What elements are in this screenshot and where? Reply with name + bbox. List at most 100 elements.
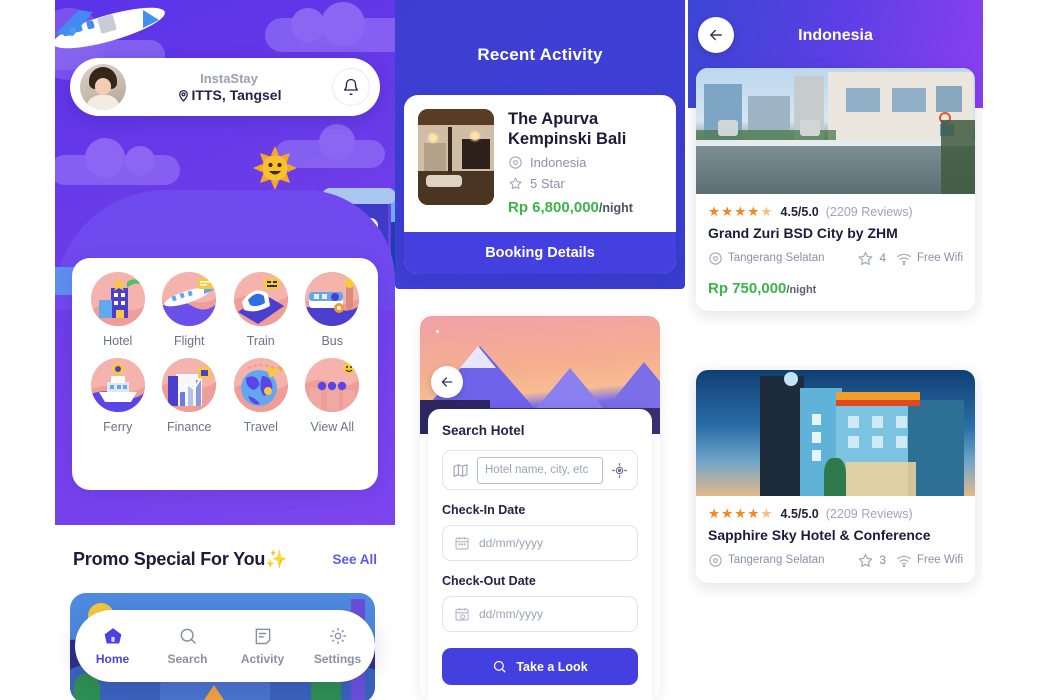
- activity-body: The Apurva Kempinski Bali Indonesia 5 St…: [404, 95, 676, 232]
- back-arrow-icon: [439, 374, 455, 390]
- hotel-price: Rp 750,000/night: [708, 280, 963, 297]
- category-item-travel[interactable]: Travel: [225, 357, 297, 436]
- hotel-pool-photo: [696, 68, 975, 194]
- search-input[interactable]: Hotel name, city, etc: [477, 456, 603, 484]
- cloud-shape: [85, 138, 125, 178]
- activity-star-row: 5 Star: [508, 176, 662, 191]
- activity-star-text: 5 Star: [530, 176, 565, 192]
- view-all-icon: [305, 357, 360, 412]
- activity-price: Rp 6,800,000/night: [508, 199, 662, 216]
- rating-row: ★★★★★ 4.5/5.0 (2209 Reviews): [708, 204, 963, 220]
- take-a-look-button[interactable]: Take a Look: [442, 648, 638, 685]
- category-label: View All: [310, 419, 355, 434]
- search-icon: [178, 626, 198, 646]
- home-icon: [103, 626, 123, 646]
- recent-activity-panel: Recent Activity The Apurva Kempinski Bal…: [395, 0, 685, 700]
- hotel-star-count: 3: [857, 552, 886, 569]
- hotel-meta-row: Tangerang Selatan 4 Free Wifi: [708, 250, 963, 267]
- cloud-shape: [291, 8, 325, 42]
- activity-price-value: Rp 6,800,000: [508, 199, 599, 217]
- take-a-look-label: Take a Look: [516, 659, 588, 674]
- see-all-link[interactable]: See All: [332, 552, 377, 567]
- home-screen-panel: InstaStay ITTS, Tangsel Hotel Flight Tra…: [55, 0, 395, 700]
- hotel-location-text: Tangerang Selatan: [728, 251, 825, 264]
- gps-target-icon[interactable]: [611, 462, 628, 479]
- notification-bell-icon: [342, 78, 360, 96]
- star-rating-icon: ★★★★★: [708, 204, 774, 219]
- cloud-shape: [321, 2, 365, 46]
- category-item-train[interactable]: Train: [225, 272, 297, 350]
- star-outline-icon: [857, 250, 874, 267]
- back-button[interactable]: [431, 366, 463, 398]
- booking-details-button[interactable]: Booking Details: [404, 232, 676, 275]
- category-item-hotel[interactable]: Hotel: [82, 272, 154, 350]
- wifi-label: Free Wifi: [917, 251, 963, 264]
- activity-icon: [253, 626, 273, 646]
- bottom-navigation: Home Search Activity Settings: [75, 610, 375, 682]
- activity-price-unit: /night: [598, 201, 633, 216]
- hotel-card[interactable]: ★★★★★ 4.5/5.0 (2209 Reviews) Grand Zuri …: [696, 68, 975, 311]
- category-label: Flight: [173, 334, 205, 348]
- hotel-location-text: Tangerang Selatan: [728, 553, 825, 566]
- screenshot-stage: InstaStay ITTS, Tangsel Hotel Flight Tra…: [0, 0, 1048, 700]
- wifi-label: Free Wifi: [917, 553, 963, 566]
- nav-item-search[interactable]: Search: [155, 626, 221, 666]
- search-heading: Search Hotel: [442, 423, 525, 438]
- rating-value: 4.5/5.0: [780, 507, 819, 521]
- cloud-shape: [125, 146, 155, 176]
- activity-info: The Apurva Kempinski Bali Indonesia 5 St…: [508, 109, 662, 216]
- category-item-finance[interactable]: Finance: [154, 357, 226, 436]
- activity-hotel-name: The Apurva Kempinski Bali: [508, 110, 627, 149]
- search-hotel-card: Search Hotel Hotel name, city, etc Check…: [420, 316, 660, 700]
- category-item-ferry[interactable]: Ferry: [82, 357, 154, 436]
- hotel-card[interactable]: ★★★★★ 4.5/5.0 (2209 Reviews) Sapphire Sk…: [696, 370, 975, 583]
- review-count: (2209 Reviews): [825, 507, 913, 521]
- category-item-flight[interactable]: Flight: [154, 272, 226, 350]
- rating-value: 4.5/5.0: [780, 205, 819, 219]
- page-title: Recent Activity: [477, 45, 603, 64]
- notification-bell-button[interactable]: [332, 68, 370, 106]
- category-label: Hotel: [103, 334, 133, 348]
- nav-item-home[interactable]: Home: [80, 626, 146, 666]
- search-form-sheet: Search Hotel Hotel name, city, etc Check…: [428, 409, 652, 700]
- checkout-date-field[interactable]: dd/mm/yyyy: [442, 596, 638, 632]
- wifi-icon: [896, 553, 912, 569]
- star-count-text: 3: [879, 553, 886, 568]
- location-text: ITTS, Tangsel: [191, 87, 282, 103]
- sun-emoji-icon: [253, 146, 297, 190]
- promo-title: Promo Special For You✨: [73, 549, 288, 569]
- hotel-price-unit: /night: [786, 284, 817, 296]
- promo-header: Promo Special For You✨ See All: [55, 525, 395, 580]
- hotel-search-field[interactable]: Hotel name, city, etc: [442, 450, 638, 490]
- category-item-bus[interactable]: Bus: [297, 272, 369, 350]
- hotel-room-photo: [418, 109, 494, 205]
- checkout-label: Check-Out Date: [442, 574, 536, 588]
- star-rating-icon: ★★★★★: [708, 506, 774, 521]
- search-icon: [492, 659, 507, 674]
- train-icon: [233, 272, 288, 326]
- cloud-shape: [319, 124, 355, 160]
- finance-icon: [162, 357, 217, 412]
- nav-label: Activity: [240, 652, 285, 666]
- location-pin-icon: [177, 89, 190, 102]
- nav-item-settings[interactable]: Settings: [305, 626, 371, 666]
- star-outline-icon: [857, 552, 874, 569]
- checkin-date-field[interactable]: dd/mm/yyyy: [442, 525, 638, 561]
- category-item-view-all[interactable]: View All: [297, 357, 369, 436]
- nav-label: Search: [167, 652, 208, 666]
- category-label: Finance: [167, 419, 212, 434]
- profile-bar[interactable]: InstaStay ITTS, Tangsel: [70, 58, 380, 116]
- page-title: Indonesia: [798, 27, 873, 44]
- hotel-wifi: Free Wifi: [896, 251, 963, 267]
- avatar[interactable]: [80, 64, 126, 110]
- nav-item-activity[interactable]: Activity: [230, 626, 296, 666]
- star-count-text: 4: [879, 251, 886, 266]
- nav-label: Home: [95, 652, 130, 666]
- hotel-price-value: Rp 750,000: [708, 280, 787, 297]
- location-pin-icon: [708, 251, 723, 266]
- category-card: Hotel Flight Train Bus Ferry Finance Tra…: [72, 258, 378, 490]
- nav-label: Settings: [313, 652, 362, 666]
- checkout-date-value[interactable]: dd/mm/yyyy: [479, 607, 543, 621]
- checkin-date-value[interactable]: dd/mm/yyyy: [479, 536, 543, 550]
- hotel-location: Tangerang Selatan: [708, 251, 847, 266]
